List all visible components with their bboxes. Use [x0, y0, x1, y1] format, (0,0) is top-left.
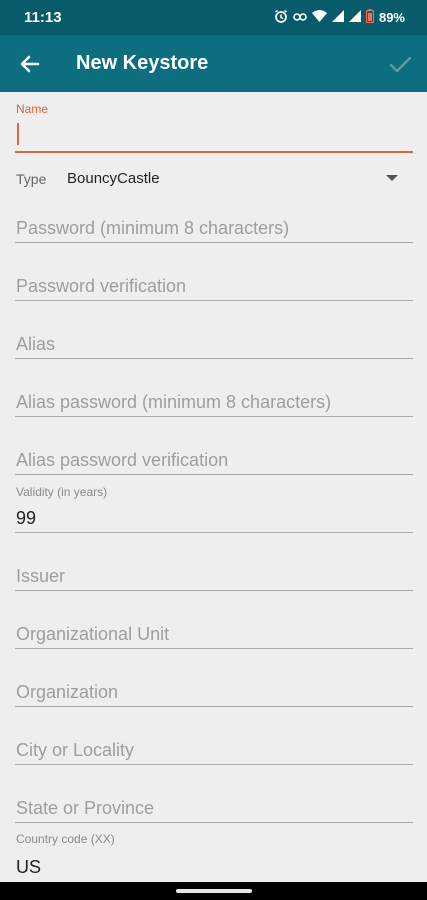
- confirm-button[interactable]: [385, 49, 415, 79]
- battery-icon: [365, 9, 375, 27]
- page-title: New Keystore: [76, 52, 209, 74]
- organization-placeholder: Organization: [16, 682, 119, 702]
- battery-percent: 89%: [378, 10, 405, 25]
- wifi-icon: [311, 10, 327, 26]
- name-underline: [15, 151, 413, 153]
- validity-underline: [15, 532, 413, 533]
- signal-icon: [348, 10, 361, 26]
- alias-password-verification-underline: [15, 474, 413, 475]
- validity-label: Validity (in years): [16, 485, 108, 499]
- text-cursor: [17, 123, 19, 145]
- country-value: US: [16, 857, 42, 877]
- alias-password-verification-placeholder: Alias password verification: [16, 450, 229, 470]
- home-handle[interactable]: [176, 889, 252, 893]
- password-verification-placeholder: Password verification: [16, 276, 187, 296]
- organizational-unit-underline: [15, 648, 413, 649]
- check-icon: [389, 56, 412, 73]
- arrow-back-icon: [20, 55, 40, 73]
- status-bar: 11:13 89%: [0, 0, 427, 35]
- name-label: Name: [16, 102, 49, 116]
- alias-password-placeholder: Alias password (minimum 8 characters): [16, 392, 332, 412]
- alias-placeholder: Alias: [16, 334, 56, 354]
- issuer-placeholder: Issuer: [16, 566, 66, 586]
- state-placeholder: State or Province: [16, 798, 155, 818]
- organizational-unit-placeholder: Organizational Unit: [16, 624, 170, 644]
- link-icon: [293, 10, 307, 26]
- validity-value: 99: [16, 508, 37, 528]
- city-placeholder: City or Locality: [16, 740, 135, 760]
- status-time: 11:13: [24, 9, 62, 26]
- navigation-bar: [0, 882, 427, 900]
- status-icons: 89%: [274, 9, 405, 27]
- organization-underline: [15, 706, 413, 707]
- keystore-form: Name Type BouncyCastle Password (minimum…: [0, 92, 427, 882]
- type-label: Type: [16, 171, 47, 187]
- city-underline: [15, 764, 413, 765]
- alias-underline: [15, 358, 413, 359]
- chevron-down-icon[interactable]: [386, 175, 398, 181]
- alias-password-underline: [15, 416, 413, 417]
- state-underline: [15, 822, 413, 823]
- password-placeholder: Password (minimum 8 characters): [16, 218, 290, 238]
- country-label: Country code (XX): [16, 832, 115, 846]
- type-value: BouncyCastle: [67, 170, 160, 187]
- alarm-icon: [274, 9, 288, 27]
- back-button[interactable]: [14, 48, 46, 80]
- app-bar: New Keystore: [0, 35, 427, 92]
- issuer-underline: [15, 590, 413, 591]
- password-underline: [15, 242, 413, 243]
- password-verification-underline: [15, 300, 413, 301]
- signal-icon: [331, 10, 344, 26]
